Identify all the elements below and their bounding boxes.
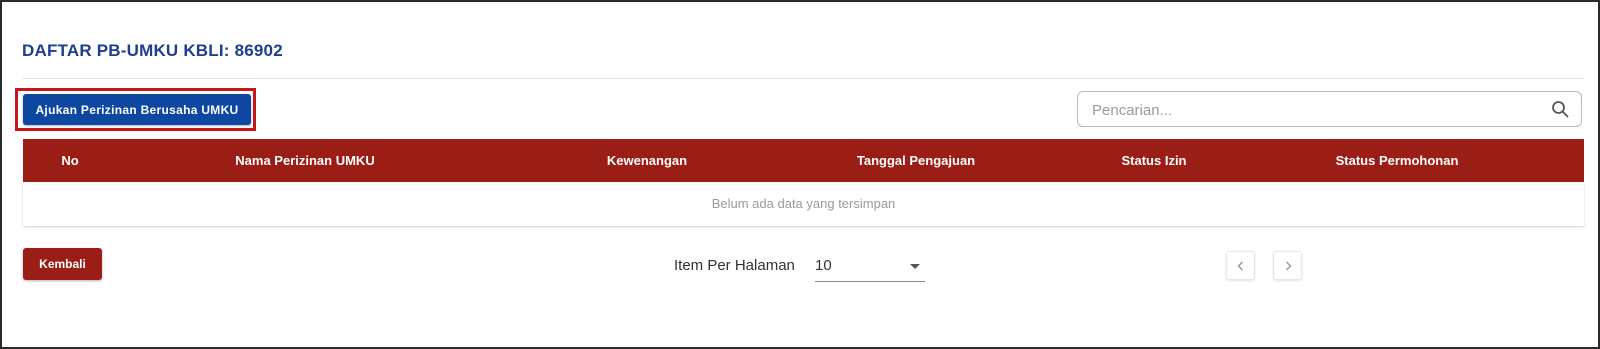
per-page-select[interactable]: 10 xyxy=(815,252,925,282)
search-icon[interactable] xyxy=(1551,100,1569,118)
column-header-nama-perizinan[interactable]: Nama Perizinan UMKU xyxy=(235,139,374,182)
submit-umku-button[interactable]: Ajukan Perizinan Berusaha UMKU xyxy=(23,94,251,125)
caret-down-icon xyxy=(910,264,920,269)
table-body: Belum ada data yang tersimpan xyxy=(23,182,1584,226)
column-header-tanggal-pengajuan[interactable]: Tanggal Pengajuan xyxy=(857,139,975,182)
app-frame: DAFTAR PB-UMKU KBLI: 86902 Ajukan Perizi… xyxy=(0,0,1600,349)
back-button[interactable]: Kembali xyxy=(23,248,102,280)
title-divider xyxy=(23,78,1584,79)
column-header-status-izin[interactable]: Status Izin xyxy=(1121,139,1186,182)
per-page-value: 10 xyxy=(815,257,832,274)
prev-page-button[interactable] xyxy=(1226,251,1255,280)
search-box[interactable] xyxy=(1077,91,1582,128)
next-page-button[interactable] xyxy=(1273,251,1302,280)
empty-state-message: Belum ada data yang tersimpan xyxy=(711,196,896,211)
column-header-kewenangan[interactable]: Kewenangan xyxy=(607,139,687,182)
column-header-no[interactable]: No xyxy=(61,139,78,182)
chevron-right-icon xyxy=(1285,261,1292,271)
page-title: DAFTAR PB-UMKU KBLI: 86902 xyxy=(22,41,283,60)
search-input[interactable] xyxy=(1090,92,1534,128)
table-header: No Nama Perizinan UMKU Kewenangan Tangga… xyxy=(23,139,1584,182)
per-page-label: Item Per Halaman xyxy=(674,257,795,274)
chevron-left-icon xyxy=(1237,261,1244,271)
column-header-status-permohonan[interactable]: Status Permohonan xyxy=(1336,139,1459,182)
